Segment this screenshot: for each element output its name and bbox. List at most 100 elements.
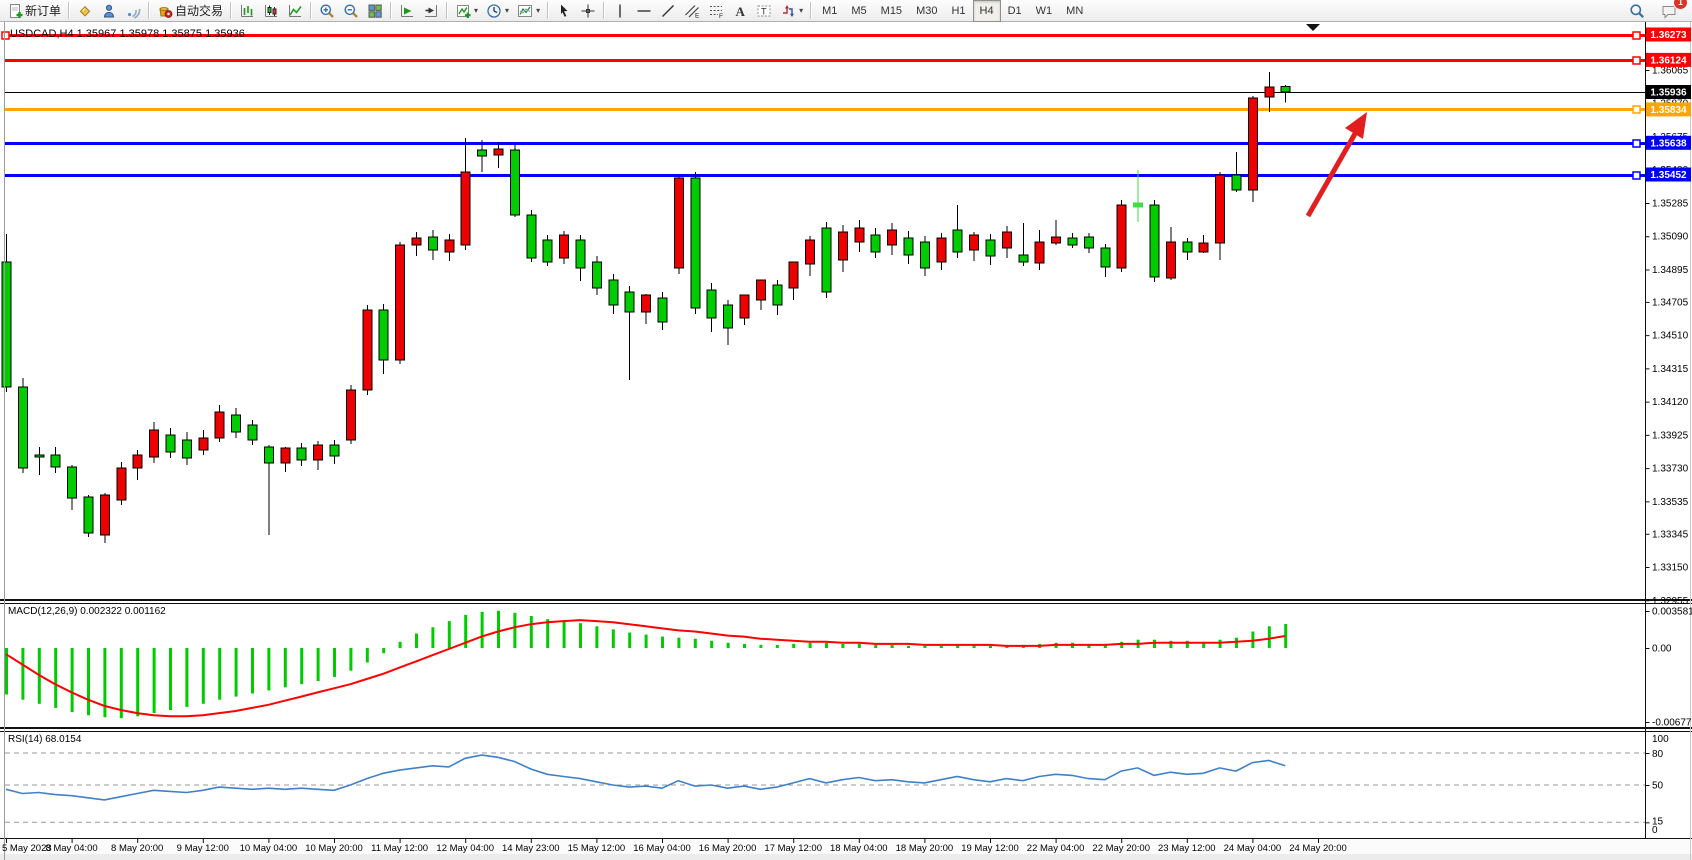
price-tick-label: 1.33925: [1652, 430, 1689, 441]
trendline-button[interactable]: [656, 0, 680, 22]
zoomout-icon: [343, 3, 359, 19]
zoom-in-button[interactable]: [315, 0, 339, 22]
channel-icon: E: [684, 3, 700, 19]
hline-icon: [636, 3, 652, 19]
time-tick-label: 11 May 12:00: [371, 843, 428, 854]
hline-anchor[interactable]: [1633, 172, 1640, 179]
vline-icon: [612, 3, 628, 19]
candle: [363, 305, 372, 395]
macd-label: MACD(12,26,9) 0.002322 0.001162: [8, 606, 166, 617]
shapes-button[interactable]: ▾: [776, 0, 807, 22]
hline-anchor[interactable]: [1633, 32, 1640, 39]
zoomin-icon: [319, 3, 335, 19]
indicators-button[interactable]: ▾: [451, 0, 482, 22]
toolbar-separator: [810, 2, 812, 19]
candle: [346, 385, 355, 444]
timeframe-w1[interactable]: W1: [1029, 0, 1060, 22]
hline-button[interactable]: [632, 0, 656, 22]
rsi-label: RSI(14) 68.0154: [8, 734, 82, 745]
time-tick-label: 22 May 20:00: [1092, 843, 1150, 854]
timeframe-h4[interactable]: H4: [973, 0, 1001, 22]
price-tick-label: 1.35090: [1652, 232, 1689, 243]
chart-background: [0, 22, 1692, 860]
label-icon: T: [756, 3, 772, 19]
shift-icon: [423, 3, 439, 19]
timeframe-m15[interactable]: M15: [874, 0, 909, 22]
timeframe-m30[interactable]: M30: [909, 0, 944, 22]
time-tick-label: 15 May 12:00: [568, 843, 626, 854]
new-order-button[interactable]: 新订单: [3, 0, 65, 22]
gold-icon: [77, 3, 93, 19]
toolbar-separator: [547, 2, 549, 19]
broadcast-button[interactable]: [121, 0, 145, 22]
timeframe-h1[interactable]: H1: [944, 0, 972, 22]
notification-badge: 1: [1673, 0, 1688, 10]
autotrade-icon: [157, 3, 173, 19]
chevron-down-icon: ▾: [536, 6, 540, 15]
rsi-tick-label: 0: [1652, 825, 1658, 836]
timeframe-m1[interactable]: M1: [815, 0, 844, 22]
toolbar-separator: [603, 2, 605, 19]
fibo-icon: F: [708, 3, 724, 19]
toolbar-separator: [148, 2, 150, 19]
bar-chart-button[interactable]: [235, 0, 259, 22]
price-tick-label: 1.34895: [1652, 265, 1689, 276]
auto-scroll-button[interactable]: [395, 0, 419, 22]
crosshair-button[interactable]: [576, 0, 600, 22]
fibo-button[interactable]: F: [704, 0, 728, 22]
price-tick-label: 1.33535: [1652, 497, 1689, 508]
signal-icon: [125, 3, 141, 19]
market-button[interactable]: [73, 0, 97, 22]
trend-icon: [660, 3, 676, 19]
autoscroll-icon: [399, 3, 415, 19]
chart-canvas[interactable]: MACD(12,26,9) 0.002322 0.001162 RSI(14) 6…: [0, 0, 1692, 860]
timeframe-d1[interactable]: D1: [1001, 0, 1029, 22]
price-tick-label: 1.32955: [1652, 596, 1689, 607]
autotrading-button-label: 自动交易: [175, 2, 223, 19]
signals-button[interactable]: [97, 0, 121, 22]
search-icon: [1629, 3, 1645, 19]
hline-anchor[interactable]: [1633, 57, 1640, 64]
hline-anchor[interactable]: [1633, 140, 1640, 147]
templates-button[interactable]: ▾: [513, 0, 544, 22]
time-tick-label: 18 May 20:00: [896, 843, 954, 854]
search-button[interactable]: [1625, 0, 1649, 22]
bars-icon: [239, 3, 255, 19]
time-tick-label: 24 May 20:00: [1289, 843, 1347, 854]
periods-button[interactable]: ▾: [482, 0, 513, 22]
window-bottom-edge: [0, 854, 1692, 860]
price-badge-label: 1.35936: [1650, 88, 1687, 99]
tile-windows-button[interactable]: [363, 0, 387, 22]
zoom-out-button[interactable]: [339, 0, 363, 22]
candle: [396, 242, 405, 364]
toolbar-separator: [68, 2, 70, 19]
text-icon: A: [732, 3, 748, 19]
price-tick-label: 1.33150: [1652, 563, 1689, 574]
vline-button[interactable]: [608, 0, 632, 22]
candle-chart-button[interactable]: [259, 0, 283, 22]
hline-anchor[interactable]: [1633, 106, 1640, 113]
timeframe-mn[interactable]: MN: [1059, 0, 1090, 22]
rsi-tick-label: 80: [1652, 749, 1664, 760]
cursor-button[interactable]: [552, 0, 576, 22]
person-icon: [101, 3, 117, 19]
timeframe-m5[interactable]: M5: [844, 0, 873, 22]
candle: [527, 210, 536, 262]
time-tick-label: 12 May 04:00: [436, 843, 494, 854]
hline-anchor[interactable]: [2, 32, 9, 39]
toolbar-separator: [446, 2, 448, 19]
candle: [18, 378, 27, 473]
candle: [691, 172, 700, 314]
line-chart-button[interactable]: [283, 0, 307, 22]
time-tick-label: 18 May 04:00: [830, 843, 888, 854]
notifications-button[interactable]: 1: [1657, 0, 1681, 22]
channel-button[interactable]: E: [680, 0, 704, 22]
autotrading-button[interactable]: 自动交易: [153, 0, 227, 22]
time-tick-label: 10 May 04:00: [240, 843, 298, 854]
cursor-icon: [556, 3, 572, 19]
tile-icon: [367, 3, 383, 19]
time-tick-label: 10 May 20:00: [305, 843, 363, 854]
label-button[interactable]: T: [752, 0, 776, 22]
chart-shift-button[interactable]: [419, 0, 443, 22]
text-button[interactable]: A: [728, 0, 752, 22]
